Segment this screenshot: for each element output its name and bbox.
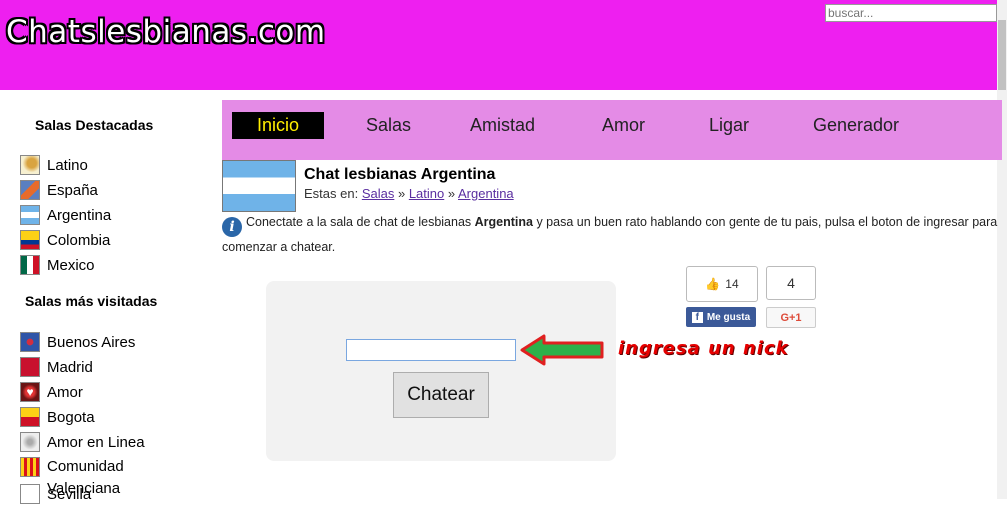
sidebar-item-amor[interactable]: ♥ Amor: [20, 381, 83, 403]
sidebar-item-sevilla[interactable]: Sevilla: [20, 483, 91, 505]
argentina-flag-icon: [20, 205, 40, 225]
sidebar-item-label: Latino: [47, 156, 88, 174]
sidebar-item-label: Buenos Aires: [47, 333, 136, 351]
page-title: Chat lesbianas Argentina: [304, 166, 496, 183]
room-description: i Conectate a la sala de chat de lesbiana…: [222, 212, 1002, 258]
desc-bold: Argentina: [474, 215, 533, 229]
nav-generador[interactable]: Generador: [813, 112, 899, 139]
sidebar-item-mexico[interactable]: Mexico: [20, 254, 95, 276]
sidebar-item-amor-en-linea[interactable]: Amor en Linea: [20, 431, 145, 453]
sidebar-item-madrid[interactable]: Madrid: [20, 356, 93, 378]
facebook-icon: f: [691, 311, 703, 323]
bogota-flag-icon: [20, 407, 40, 427]
sidebar-item-bogota[interactable]: Bogota: [20, 406, 95, 428]
gplus-button[interactable]: G+1: [766, 307, 816, 328]
fb-like-button[interactable]: f Me gusta: [686, 307, 756, 327]
sevilla-flag-icon: [20, 484, 40, 504]
nav-salas[interactable]: Salas: [366, 112, 411, 139]
desc-text: Conectate a la sala de chat de lesbianas: [246, 215, 475, 229]
sidebar-item-label: Bogota: [47, 408, 95, 426]
fb-like-label: Me gusta: [706, 311, 751, 323]
nav-amor[interactable]: Amor: [602, 112, 645, 139]
sidebar-item-label: Sevilla: [47, 485, 92, 503]
chatear-button[interactable]: Chatear: [393, 372, 489, 418]
breadcrumb-prefix: Estas en:: [304, 186, 359, 201]
nav-inicio[interactable]: Inicio: [232, 112, 325, 139]
sidebar-item-label: Mexico: [47, 256, 95, 274]
most-visited-title: Salas más visitadas: [25, 293, 158, 309]
site-logo[interactable]: Chatslesbianas.com: [6, 14, 326, 50]
breadcrumb-link-argentina[interactable]: Argentina: [458, 186, 514, 201]
sidebar-item-argentina[interactable]: Argentina: [20, 204, 111, 226]
sidebar-item-label: España: [47, 181, 98, 199]
sidebar-item-label: Madrid: [47, 358, 93, 376]
latino-flag-icon: [20, 155, 40, 175]
sidebar-item-label: Amor: [47, 383, 83, 401]
sidebar-item-label: Colombia: [47, 231, 111, 249]
breadcrumb: Estas en: Salas » Latino » Argentina: [304, 186, 514, 201]
colombia-flag-icon: [20, 230, 40, 250]
nick-input[interactable]: [346, 339, 516, 361]
chat-login-box: [266, 281, 616, 461]
heart-icon: ♥: [20, 382, 40, 402]
info-icon: i: [222, 217, 242, 237]
sidebar-item-espana[interactable]: España: [20, 179, 98, 201]
scrollbar-thumb[interactable]: [998, 20, 1006, 90]
nick-hint: ingresa un nick: [618, 338, 789, 359]
search-input[interactable]: [825, 4, 997, 22]
madrid-flag-icon: [20, 357, 40, 377]
sidebar-item-colombia[interactable]: Colombia: [20, 229, 110, 251]
valencia-flag-icon: [20, 457, 40, 477]
featured-rooms-title: Salas Destacadas: [35, 117, 154, 133]
breadcrumb-link-latino[interactable]: Latino: [409, 186, 444, 201]
argentina-flag-image: [222, 160, 296, 212]
breadcrumb-link-salas[interactable]: Salas: [362, 186, 395, 201]
mexico-flag-icon: [20, 255, 40, 275]
nav-amistad[interactable]: Amistad: [470, 112, 535, 139]
thumbs-up-icon: 👍: [705, 277, 721, 291]
nav-ligar[interactable]: Ligar: [709, 112, 749, 139]
sidebar-item-buenos-aires[interactable]: Buenos Aires: [20, 331, 135, 353]
fb-count-value: 14: [725, 277, 739, 291]
gplus-count: 4: [766, 266, 816, 300]
spain-flag-icon: [20, 180, 40, 200]
arrow-left-icon: [520, 334, 604, 366]
sidebar-item-latino[interactable]: Latino: [20, 154, 88, 176]
main-nav: Inicio Salas Amistad Amor Ligar Generado…: [222, 100, 1002, 160]
buenos-aires-flag-icon: [20, 332, 40, 352]
fb-like-count: 👍 14: [686, 266, 758, 302]
sidebar-item-label: Amor en Linea: [47, 433, 145, 451]
amor-en-linea-icon: [20, 432, 40, 452]
sidebar-item-label: Argentina: [47, 206, 112, 224]
